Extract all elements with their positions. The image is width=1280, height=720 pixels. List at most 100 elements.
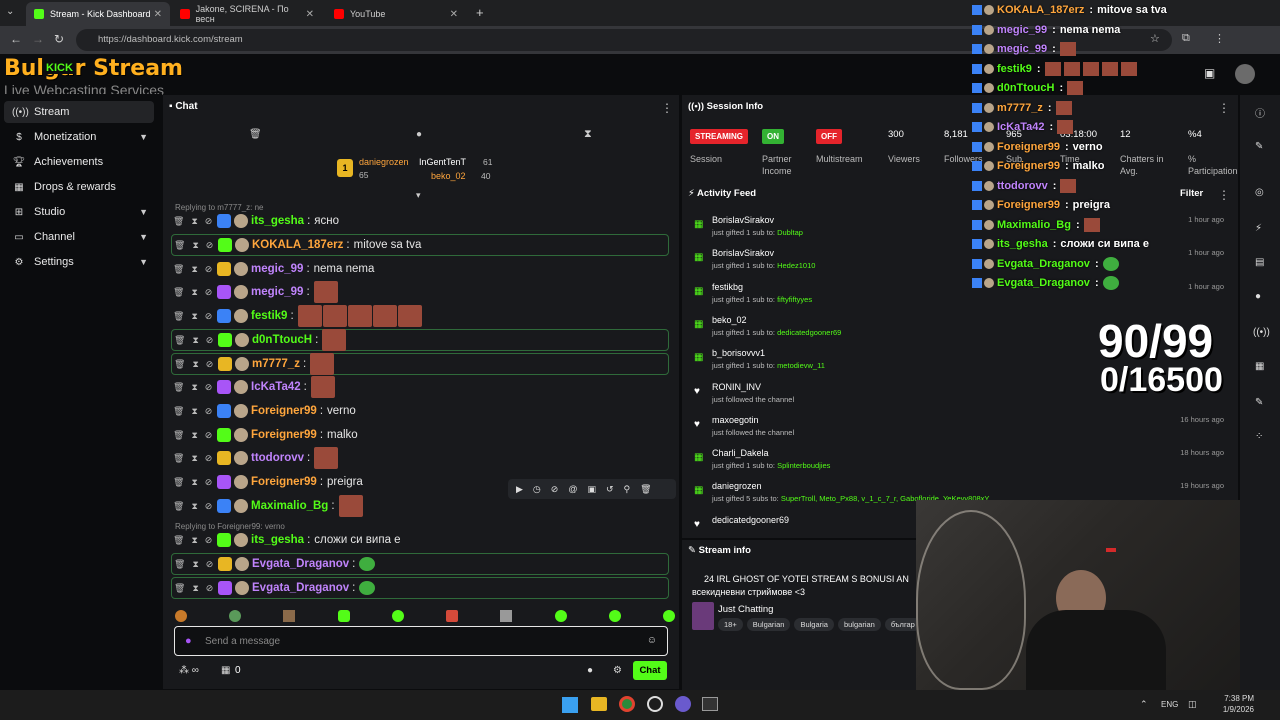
windows-start-icon[interactable] xyxy=(562,697,578,713)
ban-icon[interactable]: ⊘ xyxy=(206,335,214,346)
session-menu-icon[interactable]: ⋮ xyxy=(1218,101,1230,115)
chat-username[interactable]: its_gesha xyxy=(251,215,304,227)
chat-message[interactable]: 🗑︎ ⧗ ⊘ Evgata_Draganov: xyxy=(171,553,669,575)
chat-username[interactable]: its_gesha xyxy=(251,534,304,546)
ban-icon[interactable]: ⊘ xyxy=(205,264,213,275)
close-icon[interactable]: ✕ xyxy=(154,9,162,20)
gift-icon[interactable]: ▦ xyxy=(221,665,230,676)
activity-user[interactable]: b_borisovvv1 xyxy=(712,348,765,358)
stream-tag[interactable]: Bulgarian xyxy=(746,618,791,631)
ban-icon[interactable]: ⊘ xyxy=(206,240,214,251)
trash-icon[interactable]: 🗑︎ xyxy=(173,264,184,275)
emote-icon[interactable] xyxy=(662,610,675,622)
chat-message[interactable]: 🗑︎ ⧗ ⊘ ttodorovv: xyxy=(171,447,669,469)
timeout-icon[interactable]: ⧗ xyxy=(191,453,197,464)
chat-username[interactable]: Foreigner99 xyxy=(251,429,317,441)
ban-icon[interactable]: ⊘ xyxy=(205,477,213,488)
microphone-icon[interactable]: ● xyxy=(185,635,192,647)
close-icon[interactable]: ✕ xyxy=(450,9,458,20)
reload-icon[interactable]: ↻ xyxy=(54,32,64,46)
chat-username[interactable]: Evgata_Draganov xyxy=(252,582,349,594)
at-icon[interactable]: @ xyxy=(568,484,577,494)
network-icon[interactable]: ◫ xyxy=(1188,699,1197,710)
timeout-icon[interactable]: ⧗ xyxy=(191,430,197,441)
wrench-icon[interactable]: ✎ xyxy=(1255,397,1263,408)
sidebar-item-drops[interactable]: ▦ Drops & rewards xyxy=(4,176,154,198)
info-icon[interactable]: ⓘ xyxy=(1255,105,1265,120)
emote-icon[interactable] xyxy=(229,610,242,622)
extensions-icon[interactable]: ⧉ xyxy=(1182,32,1190,45)
lightning-icon[interactable]: ⚡ xyxy=(1255,223,1262,234)
emote-icon[interactable] xyxy=(391,610,404,622)
emote-icon[interactable] xyxy=(283,610,296,622)
chat-username[interactable]: Maximalio_Bg xyxy=(251,500,328,512)
tab-jakone[interactable]: Jakone, SCIRENA - По весн ✕ xyxy=(172,2,322,26)
back-icon[interactable]: ← xyxy=(10,32,22,46)
menu-icon[interactable]: ⋮ xyxy=(1214,32,1225,45)
chat-username[interactable]: Evgata_Draganov xyxy=(252,558,349,570)
sidebar-item-settings[interactable]: ⚙ Settings ▼ xyxy=(4,251,154,273)
ban-icon[interactable]: ⊘ xyxy=(205,501,213,512)
activity-target[interactable]: dedicatedgooner69 xyxy=(777,328,841,337)
preview-icon[interactable]: ▣ xyxy=(1204,66,1215,80)
activity-user[interactable]: festikbg xyxy=(712,282,743,292)
play-icon[interactable]: ▶ xyxy=(516,484,523,495)
file-explorer-icon[interactable] xyxy=(591,697,607,711)
timeout-icon[interactable]: ⧗ xyxy=(191,535,197,546)
gear-icon[interactable]: ⚙ xyxy=(613,665,622,676)
sidebar-item-achievements[interactable]: 🏆︎ Achievements xyxy=(4,151,154,173)
chat-message[interactable]: 🗑︎ ⧗ ⊘ megic_99: xyxy=(171,281,669,303)
delete-icon[interactable]: 🗑︎ xyxy=(640,484,651,495)
chat-message[interactable]: 🗑︎ ⧗ ⊘ its_gesha: сложи си випа е xyxy=(171,529,669,551)
broadcast-icon[interactable]: ((•)) xyxy=(1253,327,1270,338)
document-icon[interactable]: ▤ xyxy=(1255,257,1264,268)
tab-youtube[interactable]: YouTube ✕ xyxy=(326,2,466,26)
trash-icon[interactable]: 🗑︎ xyxy=(173,311,184,322)
sidebar-item-studio[interactable]: ⊞ Studio ▼ xyxy=(4,201,154,223)
hourglass-icon[interactable]: ⧗ xyxy=(584,128,592,141)
trash-icon[interactable]: 🗑︎ xyxy=(173,216,184,227)
language-indicator[interactable]: ENG xyxy=(1161,700,1178,709)
timeout-icon[interactable]: ⧗ xyxy=(191,287,197,298)
emote-icon[interactable] xyxy=(554,610,567,622)
chat-icon[interactable]: ● xyxy=(1255,291,1261,302)
ban-icon[interactable]: ⊘ xyxy=(205,311,213,322)
apps-icon[interactable]: ⁘ xyxy=(1255,431,1263,442)
trash-icon[interactable]: 🗑︎ xyxy=(173,430,184,441)
timeout-icon[interactable]: ⧗ xyxy=(192,335,198,346)
ban-icon[interactable]: ⊘ xyxy=(205,382,213,393)
activity-target[interactable]: Dubltap xyxy=(777,228,803,237)
layers-icon[interactable]: ▦ xyxy=(1255,361,1264,372)
user-avatar[interactable] xyxy=(1235,64,1255,84)
chat-message[interactable]: 🗑︎ ⧗ ⊘ Foreigner99: malko xyxy=(171,424,669,446)
trash-icon[interactable]: 🗑︎ xyxy=(174,559,185,570)
chat-username[interactable]: KOKALA_187erz xyxy=(252,239,343,251)
chat-message[interactable]: 🗑︎ ⧗ ⊘ m7777_z: xyxy=(171,353,669,375)
timeout-icon[interactable]: ⧗ xyxy=(191,311,197,322)
timeout-icon[interactable]: ⧗ xyxy=(191,406,197,417)
emote-icon[interactable] xyxy=(337,610,350,622)
new-tab-icon[interactable]: + xyxy=(476,5,484,20)
emote-icon[interactable] xyxy=(500,610,513,622)
sidebar-item-stream[interactable]: ((•)) Stream xyxy=(4,101,154,123)
activity-target[interactable]: Splinterboudjies xyxy=(777,461,830,470)
activity-user[interactable]: Charli_Dakela xyxy=(712,448,769,458)
hide-icon[interactable]: ⊘ xyxy=(551,484,559,495)
trash-icon[interactable]: 🗑︎ xyxy=(173,453,184,464)
emoji-icon[interactable]: ☺ xyxy=(647,635,657,646)
trash-icon[interactable]: 🗑︎ xyxy=(174,240,185,251)
trash-icon[interactable]: 🗑︎ xyxy=(173,287,184,298)
ban-icon[interactable]: ⊘ xyxy=(206,559,214,570)
activity-item[interactable]: ♥ maxoegotin just followed the channel 16 h… xyxy=(692,415,1232,445)
trash-icon[interactable]: 🗑︎ xyxy=(174,359,185,370)
ban-icon[interactable]: ⊘ xyxy=(205,406,213,417)
sidebar-item-monetization[interactable]: $ Monetization ▼ xyxy=(4,126,154,148)
ban-icon[interactable]: ⊘ xyxy=(205,216,213,227)
timeout-icon[interactable]: ⧗ xyxy=(191,382,197,393)
chat-input[interactable]: ● Send a message ☺ xyxy=(174,626,668,656)
ban-icon[interactable]: ⊘ xyxy=(205,287,213,298)
ban-icon[interactable]: ⊘ xyxy=(205,535,213,546)
close-icon[interactable]: ✕ xyxy=(306,9,314,20)
activity-user[interactable]: beko_02 xyxy=(712,315,747,325)
activity-item[interactable]: ▦ BorislavSirakov just gifted 1 sub to: Du… xyxy=(692,215,1232,245)
